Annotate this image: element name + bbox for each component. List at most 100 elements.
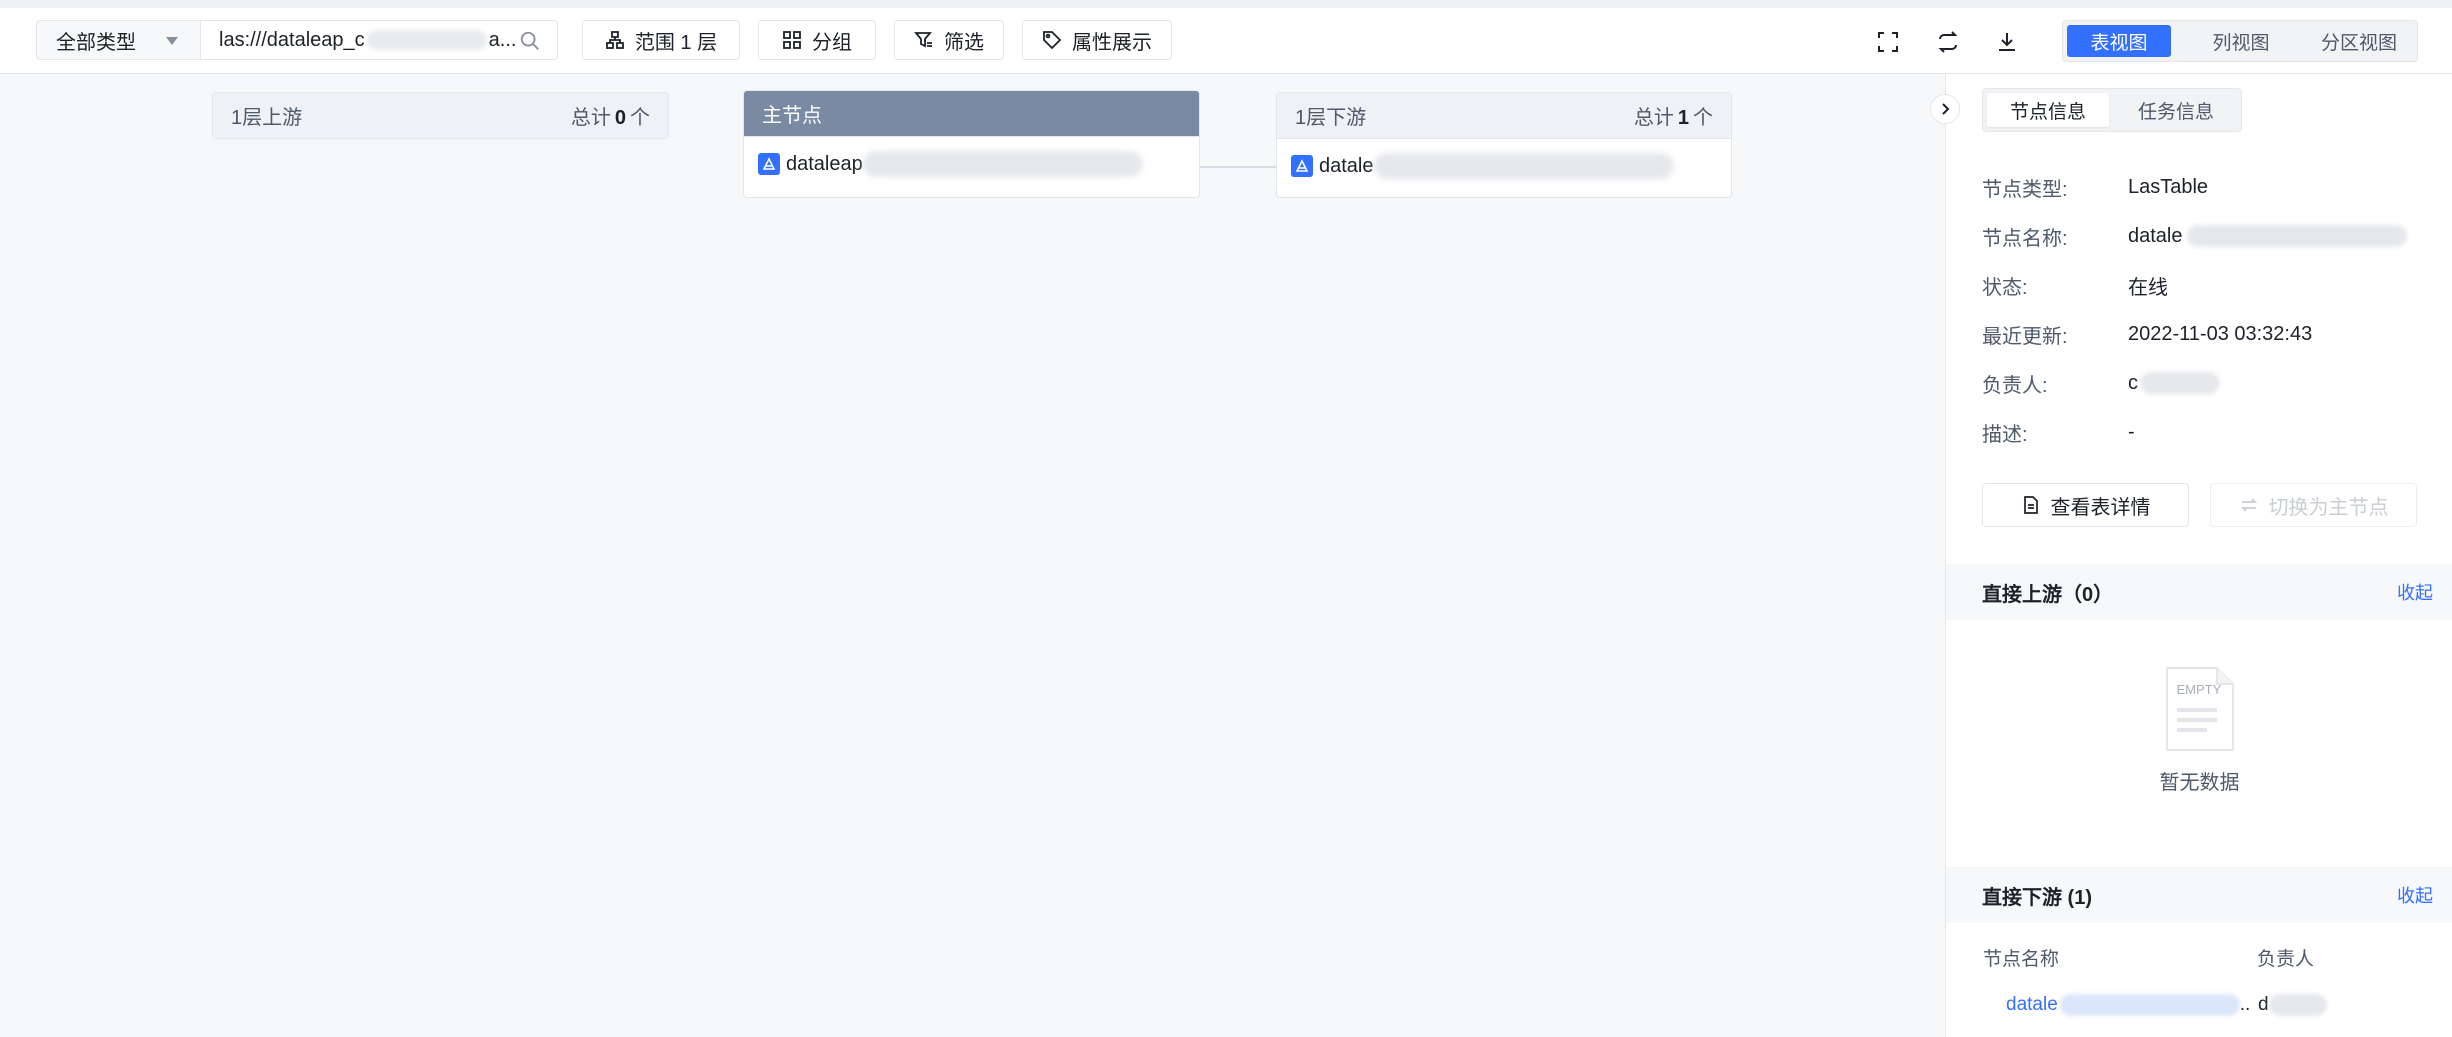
downstream-total: 总计 1 个 — [1633, 107, 1713, 129]
col-owner: 负责人 — [2257, 949, 2315, 970]
direct-upstream-header: 直接上游（0） 收起 — [1946, 564, 2452, 620]
search-icon[interactable] — [519, 30, 541, 52]
empty-text: 暂无数据 — [2159, 772, 2240, 794]
redacted-text — [2186, 225, 2407, 247]
redacted-text — [366, 30, 487, 50]
view-table-detail-label: 查看表详情 — [2050, 496, 2151, 519]
owner-text: d — [2258, 994, 2269, 1016]
lineage-edge — [1200, 166, 1276, 168]
status-value: 在线 — [2128, 276, 2168, 299]
direct-downstream-header: 直接下游 (1) 收起 — [1946, 867, 2452, 923]
scope-button[interactable]: 范围 1 层 — [582, 20, 740, 60]
col-node-name: 节点名称 — [1983, 949, 2060, 970]
name-ellipsis: .. — [2239, 994, 2251, 1016]
type-select[interactable]: 全部类型 — [36, 20, 200, 60]
upstream-total: 总计 0 个 — [570, 107, 650, 129]
view-table-detail-button[interactable]: 查看表详情 — [1982, 483, 2189, 527]
node-name-value-wrap: datale — [2128, 225, 2407, 248]
info-row-owner: 负责人: c — [1982, 368, 2220, 398]
redacted-text — [2140, 372, 2220, 394]
download-icon[interactable] — [1995, 30, 2019, 54]
redacted-text — [1373, 153, 1674, 179]
tab-task-info[interactable]: 任务信息 — [2115, 93, 2237, 127]
upstream-title: 1层上游 — [231, 107, 303, 129]
empty-document-icon: EMPTY — [2165, 666, 2235, 752]
tag-icon — [1043, 31, 1062, 50]
info-row-node-name: 节点名称: datale — [1982, 221, 2407, 251]
type-select-value: 全部类型 — [56, 31, 136, 54]
redacted-text — [862, 151, 1143, 177]
document-icon — [2023, 496, 2038, 514]
group-button[interactable]: 分组 — [758, 20, 876, 60]
downstream-node-link[interactable]: datale — [2006, 994, 2058, 1015]
main-node-header: 主节点 — [744, 91, 1199, 137]
attribute-display-button[interactable]: 属性展示 — [1022, 20, 1172, 60]
direct-downstream-collapse[interactable]: 收起 — [2397, 882, 2433, 908]
table-node-icon — [1291, 155, 1313, 177]
chevron-down-icon — [166, 37, 178, 45]
owner-label: 负责人: — [1982, 374, 2048, 397]
search-value-suffix: a... — [488, 28, 517, 51]
description-label: 描述: — [1982, 423, 2028, 446]
panel-tabs: 节点信息 任务信息 — [1982, 88, 2242, 132]
switch-main-node-label: 切换为主节点 — [2268, 496, 2389, 519]
downstream-group-header: 1层下游 总计 1 个 — [1277, 93, 1731, 139]
tab-node-info[interactable]: 节点信息 — [1987, 93, 2109, 127]
switch-main-node-button[interactable]: 切换为主节点 — [2210, 483, 2417, 527]
panel-collapse-button[interactable] — [1930, 94, 1960, 124]
tab-table-view[interactable]: 表视图 — [2067, 25, 2171, 57]
info-row-last-update: 最近更新: 2022-11-03 03:32:43 — [1982, 319, 2312, 349]
last-update-value: 2022-11-03 03:32:43 — [2128, 322, 2313, 345]
tab-column-view[interactable]: 列视图 — [2189, 25, 2293, 57]
hierarchy-icon — [605, 31, 624, 49]
main-node-title: 主节点 — [762, 105, 822, 127]
attribute-display-label: 属性展示 — [1072, 31, 1152, 54]
view-switch: 表视图 列视图 分区视图 — [2062, 20, 2418, 62]
grid-icon — [783, 31, 801, 49]
fullscreen-icon[interactable] — [1876, 30, 1900, 54]
chevron-right-icon — [1942, 103, 1950, 115]
main-node-group: 主节点 dataleap — [743, 90, 1200, 198]
scope-label: 范围 1 层 — [634, 31, 718, 54]
status-label: 状态: — [1982, 276, 2028, 299]
toolbar: 全部类型 las:///dataleap_c a... 范围 1 层 分组 筛选… — [0, 8, 2452, 74]
owner-value-wrap: c — [2128, 372, 2220, 395]
table-node-icon — [758, 153, 780, 175]
search-value-prefix: las:///dataleap_c — [219, 28, 365, 51]
tab-partition-view[interactable]: 分区视图 — [2307, 25, 2411, 57]
redacted-text — [2059, 994, 2240, 1016]
upstream-group-header: 1层上游 总计 0 个 — [213, 93, 668, 139]
upstream-group: 1层上游 总计 0 个 — [212, 92, 669, 139]
refresh-icon[interactable] — [1936, 30, 1960, 54]
downstream-group: 1层下游 总计 1 个 datale — [1276, 92, 1732, 198]
group-label: 分组 — [812, 31, 852, 54]
direct-upstream-collapse[interactable]: 收起 — [2397, 579, 2433, 605]
owner-value: c — [2128, 371, 2138, 394]
main-node[interactable]: dataleap — [744, 137, 1199, 191]
node-type-value: LasTable — [2128, 175, 2209, 198]
direct-upstream-title: 直接上游（0） — [1982, 583, 2114, 606]
filter-button[interactable]: 筛选 — [894, 20, 1004, 60]
description-value: - — [2128, 420, 2135, 443]
downstream-node[interactable]: datale — [1277, 139, 1731, 193]
info-row-description: 描述: - — [1982, 417, 2135, 447]
owner-cell: d — [2258, 994, 2327, 1016]
last-update-label: 最近更新: — [1982, 325, 2068, 348]
swap-icon — [2240, 498, 2257, 512]
info-row-node-type: 节点类型: LasTable — [1982, 172, 2208, 202]
empty-state: EMPTY 暂无数据 — [1946, 666, 2452, 795]
redacted-text — [2268, 994, 2327, 1016]
detail-panel: 节点信息 任务信息 节点类型: LasTable 节点名称: datale 状态… — [1945, 74, 2452, 1037]
info-row-status: 状态: 在线 — [1982, 270, 2168, 300]
search-input[interactable]: las:///dataleap_c a... — [200, 20, 558, 60]
node-name-label: 节点名称: — [1982, 227, 2068, 250]
downstream-node-name: datale — [1319, 154, 1374, 177]
node-name-value: datale — [2128, 224, 2183, 247]
empty-badge: EMPTY — [2176, 682, 2222, 697]
downstream-title: 1层下游 — [1295, 107, 1367, 129]
main-node-name: dataleap — [786, 152, 863, 175]
node-type-label: 节点类型: — [1982, 178, 2068, 201]
table-row: datale.. d — [2006, 994, 2446, 1016]
filter-icon — [914, 32, 932, 48]
top-strip — [0, 0, 2452, 8]
